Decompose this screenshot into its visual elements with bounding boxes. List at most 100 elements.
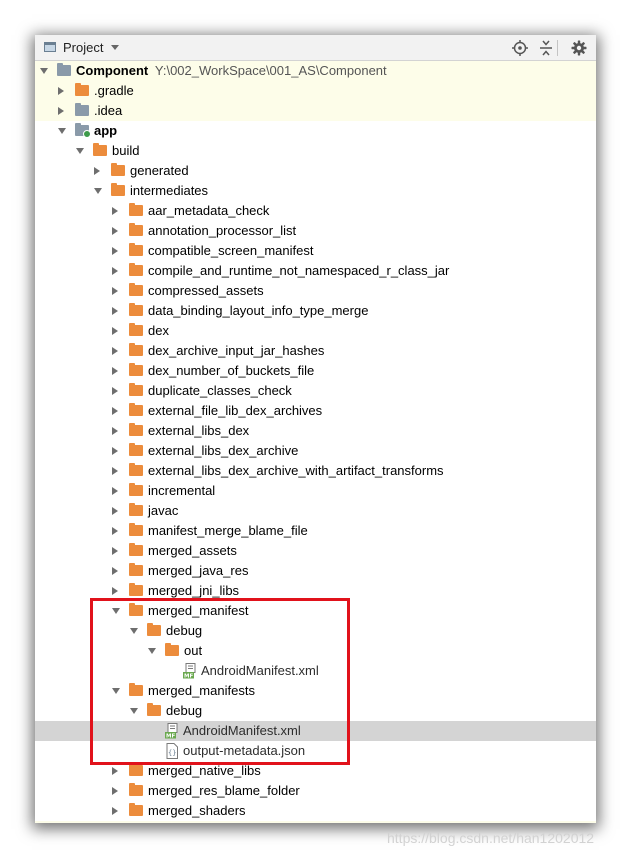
expanded-arrow-icon[interactable] <box>112 688 120 694</box>
tree-file-row[interactable]: {} output-metadata.json <box>35 741 596 761</box>
collapsed-arrow-icon[interactable] <box>112 407 118 415</box>
collapse-all-icon[interactable] <box>537 39 555 57</box>
tree-folder-row[interactable]: merged_assets <box>35 541 596 561</box>
collapsed-arrow-icon[interactable] <box>112 787 118 795</box>
tree-item-label: AndroidManifest.xml <box>201 663 319 678</box>
collapsed-arrow-icon[interactable] <box>112 327 118 335</box>
tree-folder-row[interactable]: out <box>35 641 596 661</box>
tree-item-label: external_file_lib_dex_archives <box>148 403 323 418</box>
tree-file-row[interactable]: MF AndroidManifest.xml <box>35 721 596 741</box>
collapsed-arrow-icon[interactable] <box>112 387 118 395</box>
collapsed-arrow-icon[interactable] <box>58 87 64 95</box>
expanded-arrow-icon[interactable] <box>130 628 138 634</box>
tree-item-label: debug <box>166 703 203 718</box>
collapsed-arrow-icon[interactable] <box>112 347 118 355</box>
collapsed-arrow-icon[interactable] <box>112 227 118 235</box>
collapsed-arrow-icon[interactable] <box>112 807 118 815</box>
collapsed-arrow-icon[interactable] <box>112 587 118 595</box>
tree-folder-row[interactable]: intermediates <box>35 181 596 201</box>
tree-folder-row[interactable]: compatible_screen_manifest <box>35 241 596 261</box>
tree-folder-row[interactable]: external_file_lib_dex_archives <box>35 401 596 421</box>
tree-folder-row[interactable]: merged_manifest <box>35 601 596 621</box>
collapsed-arrow-icon[interactable] <box>112 447 118 455</box>
collapsed-arrow-icon[interactable] <box>112 267 118 275</box>
tree-folder-row[interactable]: dex_number_of_buckets_file <box>35 361 596 381</box>
tree-file-row[interactable]: MF AndroidManifest.xml <box>35 661 596 681</box>
collapsed-arrow-icon[interactable] <box>112 367 118 375</box>
tree-folder-row[interactable]: merged_manifests <box>35 681 596 701</box>
tree-folder-row[interactable]: app <box>35 121 596 141</box>
tree-folder-row[interactable]: dex_archive_input_jar_hashes <box>35 341 596 361</box>
folder-icon <box>111 163 125 176</box>
tree-folder-row[interactable]: .idea <box>35 101 596 121</box>
expanded-arrow-icon[interactable] <box>76 148 84 154</box>
tree-folder-row[interactable]: merged_native_libs <box>35 761 596 781</box>
tree-folder-row[interactable]: compressed_assets <box>35 281 596 301</box>
collapsed-arrow-icon[interactable] <box>112 287 118 295</box>
folder-icon <box>147 703 161 716</box>
locate-icon[interactable] <box>511 39 529 57</box>
tree-folder-row[interactable]: annotation_processor_list <box>35 221 596 241</box>
tree-folder-row[interactable]: debug <box>35 701 596 721</box>
collapsed-arrow-icon[interactable] <box>112 567 118 575</box>
expanded-arrow-icon[interactable] <box>148 648 156 654</box>
folder-icon <box>129 603 143 616</box>
folder-icon <box>129 423 143 436</box>
folder-icon <box>129 803 143 816</box>
collapsed-arrow-icon[interactable] <box>112 487 118 495</box>
folder-icon <box>129 443 143 456</box>
tree-item-label: dex_archive_input_jar_hashes <box>148 343 325 358</box>
chevron-down-icon[interactable] <box>111 45 119 50</box>
tree-item-label: data_binding_layout_info_type_merge <box>148 303 369 318</box>
tree-folder-row[interactable]: external_libs_dex_archive <box>35 441 596 461</box>
tree-folder-row[interactable]: Component Y:\002_WorkSpace\001_AS\Compone… <box>35 61 596 81</box>
collapsed-arrow-icon[interactable] <box>112 547 118 555</box>
collapsed-arrow-icon[interactable] <box>112 507 118 515</box>
folder-icon <box>129 303 143 316</box>
tree-item-label: output-metadata.json <box>183 743 306 758</box>
collapsed-arrow-icon[interactable] <box>58 107 64 115</box>
tree-folder-row[interactable]: aar_metadata_check <box>35 201 596 221</box>
tree-folder-row[interactable]: merged_shaders <box>35 801 596 821</box>
collapsed-arrow-icon[interactable] <box>94 167 100 175</box>
tree-folder-row[interactable]: build <box>35 141 596 161</box>
tree-folder-row[interactable]: dex <box>35 321 596 341</box>
tree-item-label: dex_number_of_buckets_file <box>148 363 315 378</box>
tree-folder-row[interactable]: duplicate_classes_check <box>35 381 596 401</box>
tree-folder-row[interactable]: debug <box>35 621 596 641</box>
tree-folder-row[interactable]: merged_java_res <box>35 561 596 581</box>
collapsed-arrow-icon[interactable] <box>112 467 118 475</box>
folder-icon <box>129 343 143 356</box>
expanded-arrow-icon[interactable] <box>40 68 48 74</box>
collapsed-arrow-icon[interactable] <box>112 307 118 315</box>
tree-folder-row[interactable]: external_libs_dex_archive_with_artifact_… <box>35 461 596 481</box>
tree-item-label: build <box>112 143 140 158</box>
tree-folder-row[interactable]: manifest_merge_blame_file <box>35 521 596 541</box>
project-view-selector[interactable]: Project <box>63 40 103 55</box>
tree-folder-row[interactable]: generated <box>35 161 596 181</box>
collapsed-arrow-icon[interactable] <box>112 527 118 535</box>
tree-folder-row[interactable]: merged_res_blame_folder <box>35 781 596 801</box>
folder-icon <box>75 83 89 96</box>
tree-folder-row[interactable]: .gradle <box>35 81 596 101</box>
expanded-arrow-icon[interactable] <box>130 708 138 714</box>
tree-item-label: external_libs_dex <box>148 423 250 438</box>
collapsed-arrow-icon[interactable] <box>112 247 118 255</box>
tree-folder-row[interactable]: external_libs_dex <box>35 421 596 441</box>
tree-folder-row[interactable]: data_binding_layout_info_type_merge <box>35 301 596 321</box>
project-path: Y:\002_WorkSpace\001_AS\Component <box>154 63 387 78</box>
tree-folder-row[interactable]: merged_jni_libs <box>35 581 596 601</box>
tree-folder-row[interactable]: compile_and_runtime_not_namespaced_r_cla… <box>35 261 596 281</box>
tree-item-label: intermediates <box>130 183 209 198</box>
tree-folder-row[interactable]: incremental <box>35 481 596 501</box>
expanded-arrow-icon[interactable] <box>94 188 102 194</box>
expanded-arrow-icon[interactable] <box>58 128 66 134</box>
collapsed-arrow-icon[interactable] <box>112 207 118 215</box>
expanded-arrow-icon[interactable] <box>112 608 120 614</box>
folder-icon <box>129 243 143 256</box>
collapsed-arrow-icon[interactable] <box>112 427 118 435</box>
gear-icon[interactable] <box>570 39 588 57</box>
tree-item-label: merged_assets <box>148 543 237 558</box>
tree-folder-row[interactable]: javac <box>35 501 596 521</box>
collapsed-arrow-icon[interactable] <box>112 767 118 775</box>
